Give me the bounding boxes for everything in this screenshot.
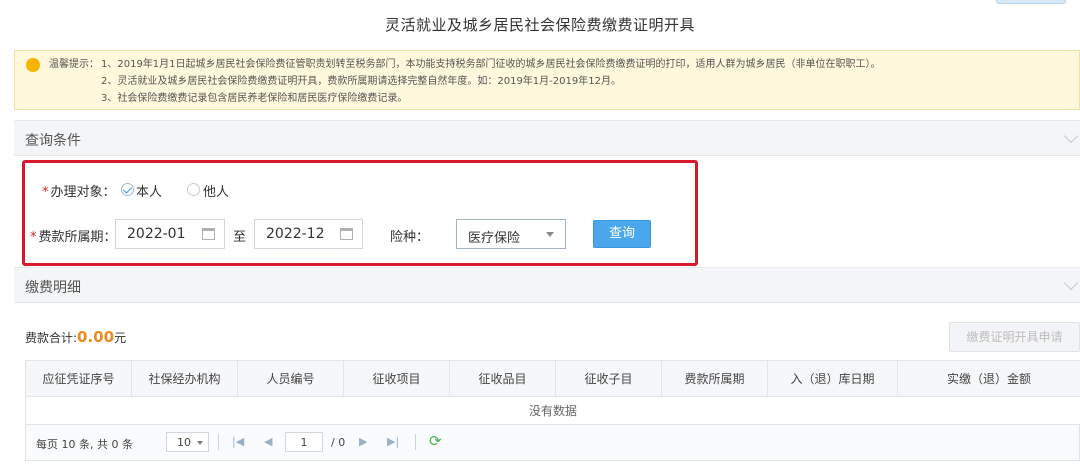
required-mark: * [42, 185, 49, 200]
period-label: * 费款所属期： [30, 230, 117, 245]
calendar-icon[interactable] [340, 228, 353, 240]
first-page-icon[interactable]: |◀ [232, 435, 244, 448]
insurance-label: 险种： [390, 230, 430, 245]
total-amount: 费款合计:0.00元 [25, 328, 126, 346]
divider [415, 434, 416, 450]
column-header[interactable]: 入（退）库日期 [767, 360, 898, 397]
payment-table: 应征凭证序号 社保经办机构 人员编号 征收项目 征收品目 征收子目 费款所属期 … [25, 360, 1080, 425]
notice-line: 2、灵活就业及城乡居民社会保险费缴费证明开具，费款所属期请选择完整自然年度。如：… [101, 76, 621, 87]
insurance-value: 医疗保险 [468, 231, 521, 246]
notice-banner: 温馨提示： 1、2019年1月1日起城乡居民社会保险费征管职责划转至税务部门，本… [14, 50, 1080, 110]
period-end-input[interactable]: 2022-12 [254, 219, 363, 249]
period-to-label: 至 [233, 230, 247, 245]
detail-section-title: 缴费明细 [25, 280, 81, 296]
period-start-value: 2022-01 [127, 226, 186, 242]
column-header[interactable]: 应征凭证序号 [25, 360, 132, 397]
page-size-value: 10 [177, 436, 191, 449]
column-header[interactable]: 征收项目 [343, 360, 450, 397]
total-value: 0.00 [77, 328, 115, 346]
divider [218, 434, 219, 450]
column-header[interactable]: 费款所属期 [661, 360, 768, 397]
notice-lines: 1、2019年1月1日起城乡居民社会保险费征管职责划转至税务部门，本功能支持税务… [101, 56, 881, 107]
query-button[interactable]: 查询 [593, 220, 651, 248]
query-section-title: 查询条件 [25, 133, 81, 149]
chevron-down-icon [546, 232, 554, 237]
info-icon [26, 58, 40, 72]
notice-lead: 温馨提示： [49, 59, 99, 70]
column-header[interactable]: 征收品目 [449, 360, 556, 397]
radio-other[interactable] [187, 183, 200, 196]
query-section-header[interactable]: 查询条件 [14, 120, 1080, 156]
pagination: 每页 10 条, 共 0 条 10 |◀ ◀ 1 / 0 ▶ ▶| ⟳ [25, 425, 1080, 461]
page-title: 灵活就业及城乡居民社会保险费缴费证明开具 [384, 16, 695, 34]
next-page-icon[interactable]: ▶ [359, 435, 367, 448]
table-header-row: 应征凭证序号 社保经办机构 人员编号 征收项目 征收品目 征收子目 费款所属期 … [25, 360, 1080, 397]
notice-line: 1、2019年1月1日起城乡居民社会保险费征管职责划转至税务部门，本功能支持税务… [101, 59, 881, 70]
top-right-button[interactable] [996, 0, 1066, 4]
notice-line: 3、社会保险费缴费记录包含居民养老保险和居民医疗保险缴费记录。 [101, 93, 408, 104]
detail-section-header[interactable]: 缴费明细 [14, 267, 1080, 303]
radio-self[interactable] [121, 183, 134, 196]
insurance-select[interactable]: 医疗保险 [456, 219, 566, 249]
table-row: 没有数据 [25, 396, 1080, 425]
empty-message: 没有数据 [25, 396, 1080, 425]
total-pages: / 0 [331, 436, 346, 449]
total-unit: 元 [114, 331, 127, 345]
required-mark: * [30, 230, 37, 245]
collapse-chevron-icon[interactable] [1063, 128, 1079, 144]
radio-self-label[interactable]: 本人 [136, 181, 162, 200]
current-page-input[interactable]: 1 [285, 432, 323, 452]
collapse-chevron-icon[interactable] [1063, 275, 1079, 291]
target-label: * 办理对象： [42, 185, 116, 200]
column-header[interactable]: 征收子目 [555, 360, 662, 397]
period-start-input[interactable]: 2022-01 [115, 219, 225, 249]
chevron-down-icon [197, 441, 203, 445]
column-header[interactable]: 实缴（退）金额 [897, 360, 1080, 397]
highlight-box [22, 160, 698, 266]
page-size-select[interactable]: 10 [166, 432, 209, 452]
prev-page-icon[interactable]: ◀ [264, 435, 272, 448]
column-header[interactable]: 社保经办机构 [131, 360, 238, 397]
total-label: 费款合计: [25, 331, 78, 345]
period-end-value: 2022-12 [266, 226, 325, 242]
apply-certificate-button[interactable]: 缴费证明开具申请 [949, 322, 1080, 352]
radio-other-label[interactable]: 他人 [203, 181, 229, 200]
last-page-icon[interactable]: ▶| [387, 435, 399, 448]
calendar-icon[interactable] [202, 228, 215, 240]
pager-info: 每页 10 条, 共 0 条 [36, 438, 133, 451]
column-header[interactable]: 人员编号 [237, 360, 344, 397]
refresh-icon[interactable]: ⟳ [429, 432, 442, 450]
